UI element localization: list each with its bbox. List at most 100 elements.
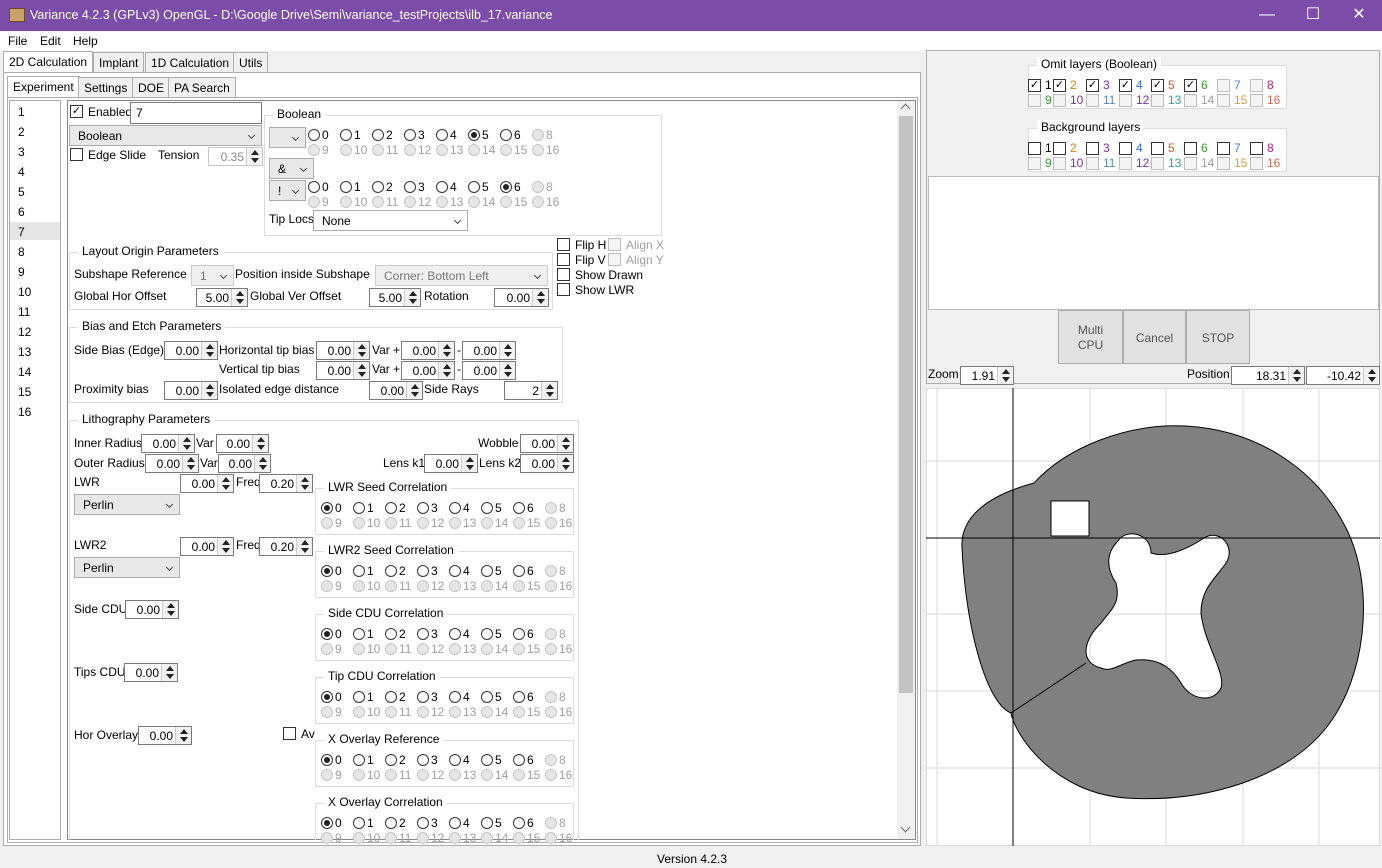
boolean-a-radio[interactable] (532, 129, 544, 141)
background-layer-checkbox[interactable] (1053, 157, 1066, 170)
horizontal-tip-bias-input[interactable]: 0.00 (316, 341, 370, 360)
inner-var-spinner[interactable] (252, 435, 268, 452)
shape-list-item[interactable]: 3 (18, 145, 25, 159)
correlation-radio[interactable] (321, 628, 333, 640)
boolean-a-radio[interactable] (404, 129, 416, 141)
boolean-b-radio[interactable] (500, 196, 512, 208)
side-rays-spinner[interactable] (541, 382, 557, 399)
zoom-input[interactable]: 1.91 (960, 366, 1014, 385)
omit-layer-checkbox[interactable] (1028, 94, 1041, 107)
shape-list-item[interactable]: 8 (18, 245, 25, 259)
v-var-minus-input[interactable]: 0.00 (462, 361, 516, 380)
vertical-tip-bias-spinner[interactable] (353, 362, 369, 379)
lens-k2-spinner[interactable] (557, 455, 573, 472)
lwr-freq-spinner[interactable] (296, 475, 312, 492)
shape-list-item[interactable]: 4 (18, 165, 25, 179)
lwr-input[interactable]: 0.00 (180, 474, 234, 493)
correlation-radio[interactable] (321, 580, 333, 592)
correlation-radio[interactable] (353, 691, 365, 703)
tab-2d-calculation[interactable]: 2D Calculation (3, 51, 94, 73)
correlation-radio[interactable] (545, 517, 557, 529)
boolean-a-radio[interactable] (372, 129, 384, 141)
h-var-minus-spinner[interactable] (499, 342, 515, 359)
position-x-spinner[interactable] (1288, 367, 1304, 384)
background-layer-checkbox[interactable] (1119, 157, 1132, 170)
boolean-a-radio[interactable] (500, 144, 512, 156)
boolean-b-radio[interactable] (532, 196, 544, 208)
boolean-b-radio[interactable] (404, 196, 416, 208)
correlation-radio[interactable] (385, 706, 397, 718)
correlation-radio[interactable] (513, 643, 525, 655)
correlation-radio[interactable] (385, 580, 397, 592)
h-var-plus-spinner[interactable] (438, 342, 454, 359)
shape-type-select[interactable]: Boolean (69, 125, 262, 146)
background-layer-checkbox[interactable] (1250, 157, 1263, 170)
correlation-radio[interactable] (417, 754, 429, 766)
position-inside-select[interactable]: Corner: Bottom Left (375, 265, 548, 286)
hor-overlay-spinner[interactable] (175, 727, 191, 744)
omit-layer-checkbox[interactable]: ✓ (1028, 79, 1041, 92)
global-ver-offset-input[interactable]: 5.00 (369, 288, 421, 307)
correlation-radio[interactable] (481, 817, 493, 829)
correlation-radio[interactable] (545, 769, 557, 781)
omit-layer-checkbox[interactable] (1151, 94, 1164, 107)
omit-layer-checkbox[interactable]: ✓ (1151, 79, 1164, 92)
correlation-radio[interactable] (449, 706, 461, 718)
correlation-radio[interactable] (417, 517, 429, 529)
correlation-radio[interactable] (385, 817, 397, 829)
tips-cdu-spinner[interactable] (161, 664, 177, 681)
background-layer-checkbox[interactable] (1217, 157, 1230, 170)
correlation-radio[interactable] (545, 817, 557, 829)
shape-list-item[interactable]: 6 (18, 205, 25, 219)
correlation-radio[interactable] (417, 817, 429, 829)
boolean-b-radio[interactable] (372, 196, 384, 208)
menu-help[interactable]: Help (73, 34, 98, 48)
lens-k1-input[interactable]: 0.00 (424, 454, 478, 473)
correlation-radio[interactable] (545, 628, 557, 640)
correlation-radio[interactable] (545, 691, 557, 703)
correlation-radio[interactable] (353, 502, 365, 514)
background-layer-checkbox[interactable] (1151, 157, 1164, 170)
correlation-radio[interactable] (449, 502, 461, 514)
zoom-spinner[interactable] (997, 367, 1013, 384)
boolean-b-radio[interactable] (468, 181, 480, 193)
wobble-input[interactable]: 0.00 (520, 434, 574, 453)
isolated-edge-input[interactable]: 0.00 (369, 381, 423, 400)
correlation-radio[interactable] (449, 754, 461, 766)
isolated-edge-spinner[interactable] (406, 382, 422, 399)
lwr-noise-select[interactable]: Perlin (74, 494, 180, 515)
shape-list-item[interactable]: 12 (18, 325, 31, 339)
correlation-radio[interactable] (353, 628, 365, 640)
v-var-plus-input[interactable]: 0.00 (401, 361, 455, 380)
outer-radius-input[interactable]: 0.00 (145, 454, 199, 473)
layout-viewport[interactable] (926, 388, 1380, 846)
correlation-radio[interactable] (321, 517, 333, 529)
correlation-radio[interactable] (321, 691, 333, 703)
v-var-plus-spinner[interactable] (438, 362, 454, 379)
edge-slide-checkbox[interactable] (70, 148, 83, 161)
inner-radius-input[interactable]: 0.00 (141, 434, 195, 453)
boolean-a-radio[interactable] (308, 144, 320, 156)
shape-name-input[interactable]: 7 (130, 102, 262, 124)
correlation-radio[interactable] (417, 769, 429, 781)
correlation-radio[interactable] (417, 628, 429, 640)
scroll-down-icon[interactable] (900, 822, 911, 833)
correlation-radio[interactable] (545, 754, 557, 766)
omit-layer-checkbox[interactable] (1119, 94, 1132, 107)
log-output-area[interactable] (928, 176, 1379, 310)
boolean-op-b-select[interactable]: ! (269, 180, 306, 201)
boolean-op-a-select[interactable] (269, 127, 306, 148)
global-ver-offset-spinner[interactable] (404, 289, 420, 306)
correlation-radio[interactable] (545, 832, 557, 844)
correlation-radio[interactable] (417, 643, 429, 655)
correlation-radio[interactable] (545, 502, 557, 514)
h-var-minus-input[interactable]: 0.00 (462, 341, 516, 360)
correlation-radio[interactable] (353, 643, 365, 655)
correlation-radio[interactable] (449, 565, 461, 577)
correlation-radio[interactable] (385, 502, 397, 514)
correlation-radio[interactable] (353, 754, 365, 766)
boolean-b-radio[interactable] (436, 196, 448, 208)
correlation-radio[interactable] (385, 754, 397, 766)
correlation-radio[interactable] (353, 565, 365, 577)
correlation-radio[interactable] (513, 754, 525, 766)
